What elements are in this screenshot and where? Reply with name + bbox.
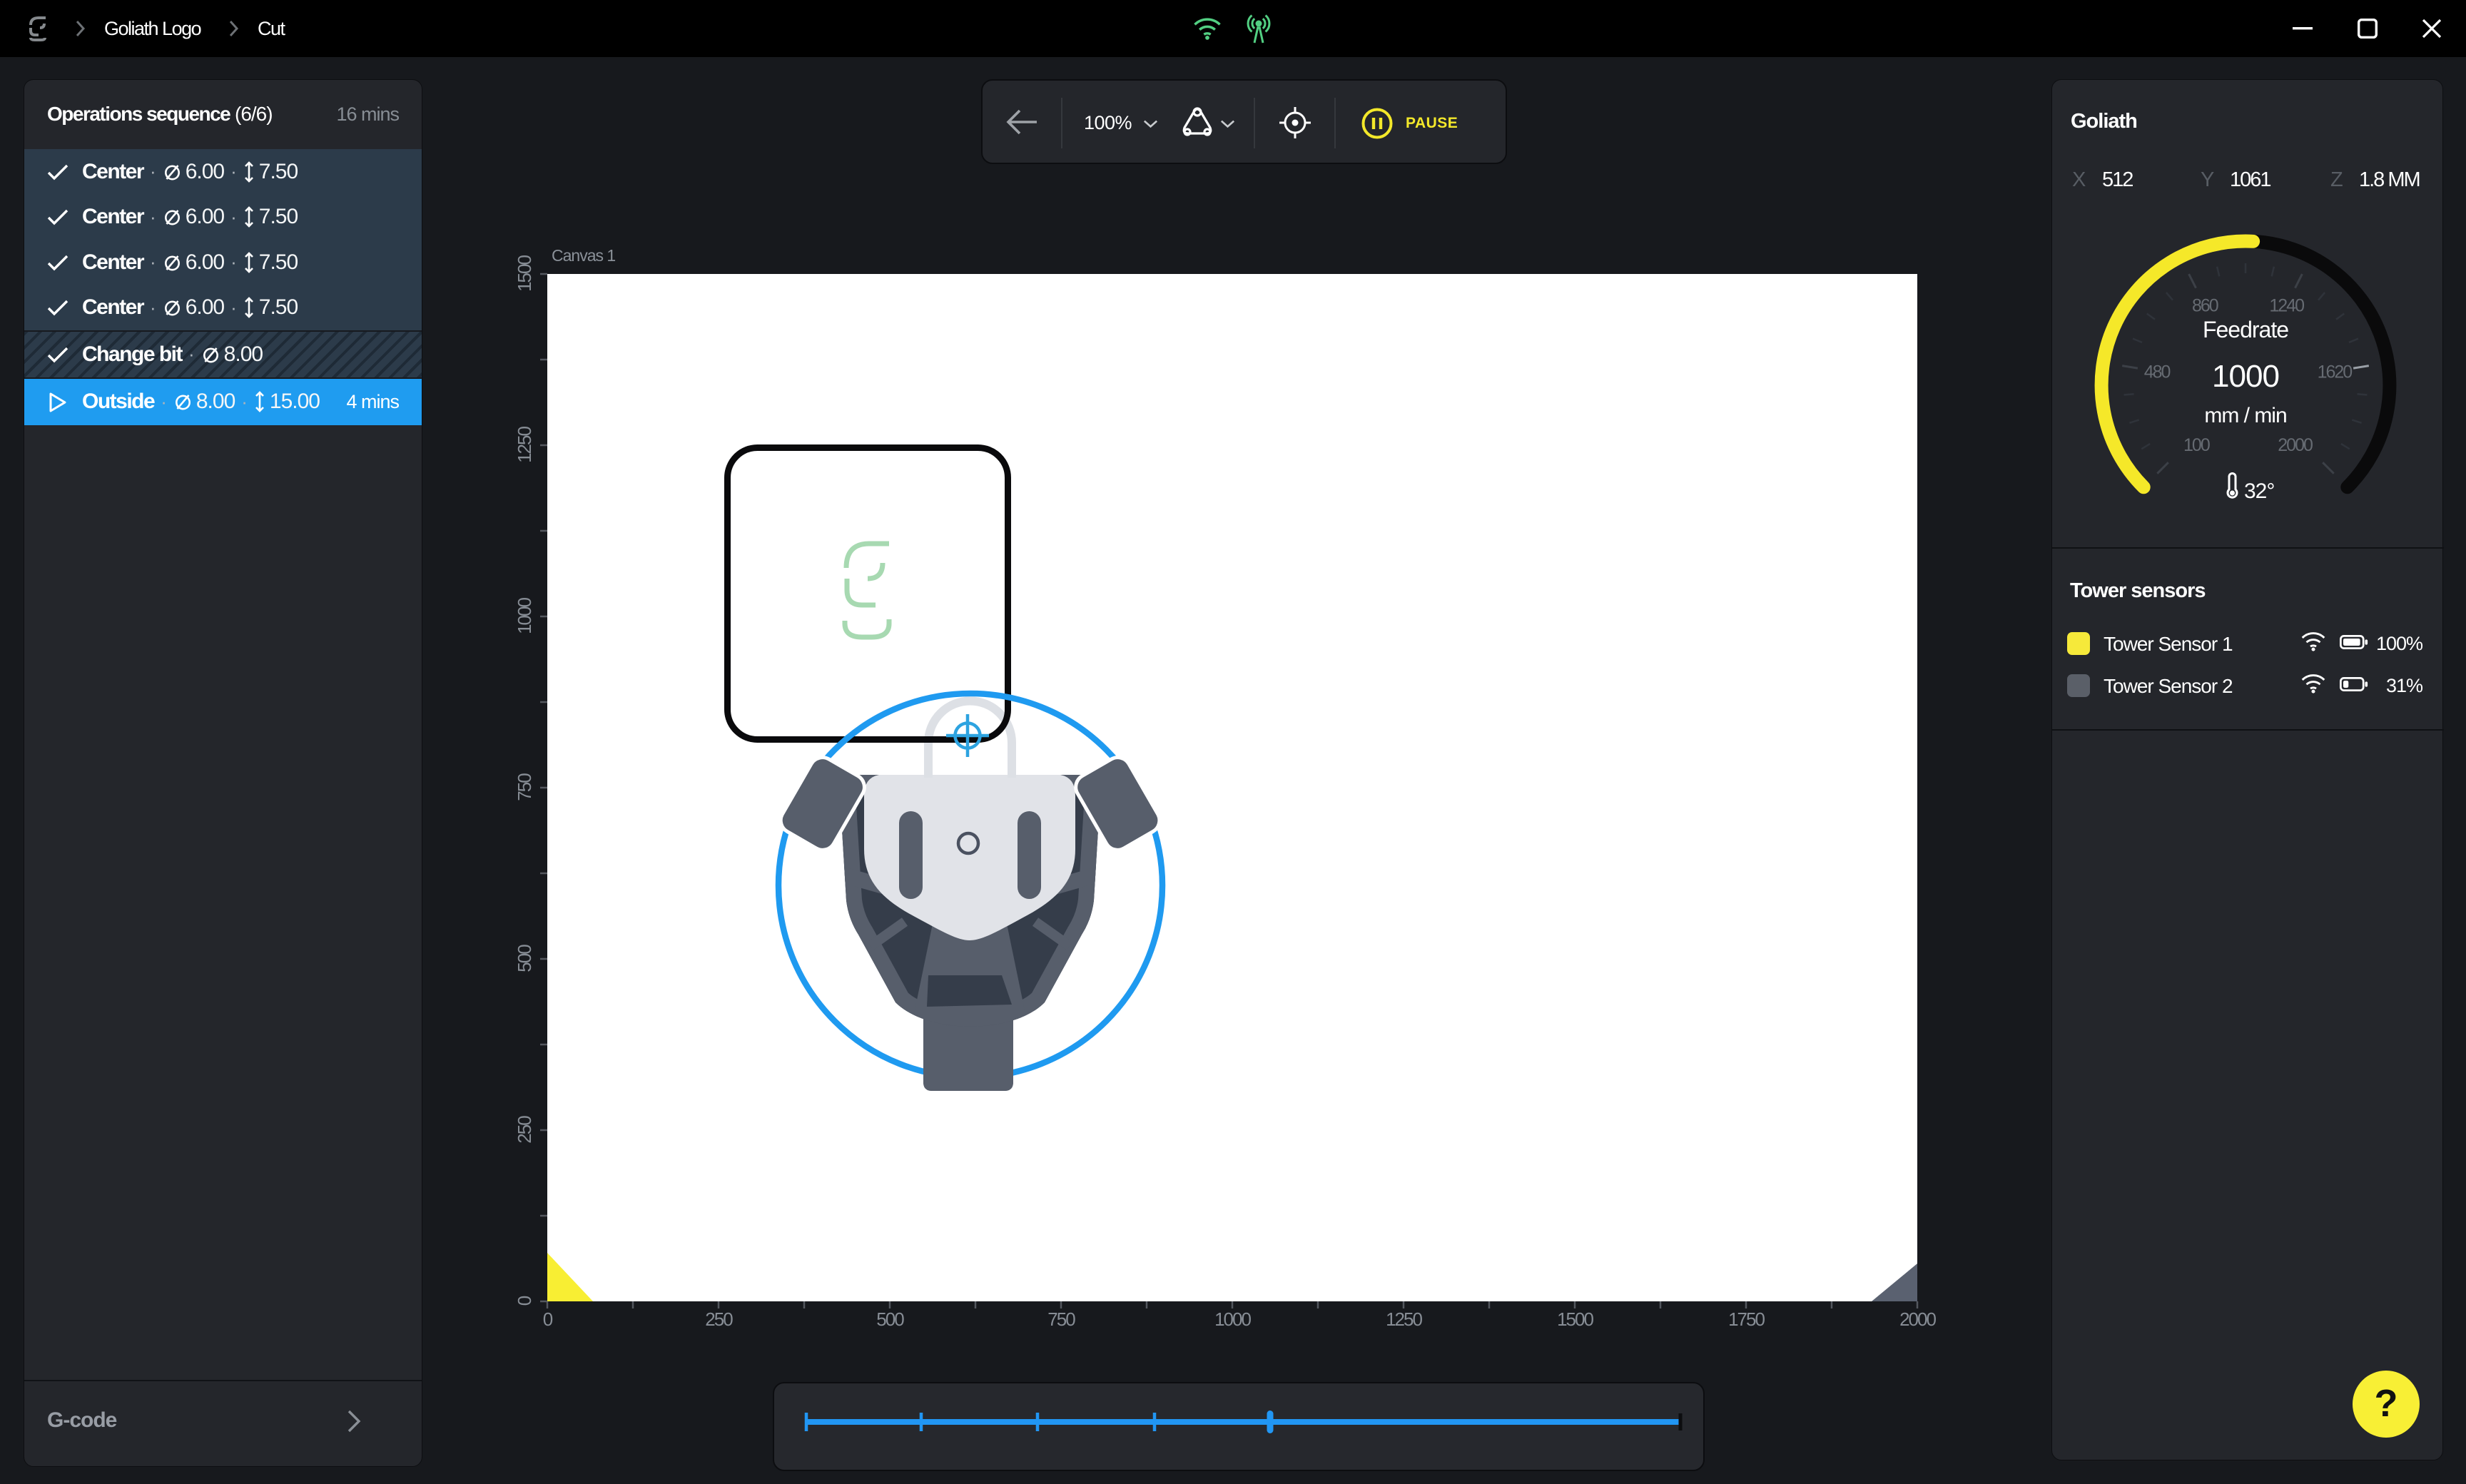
svg-text:250: 250 [705, 1308, 733, 1330]
svg-text:1000: 1000 [1214, 1308, 1251, 1330]
svg-text:1250: 1250 [1386, 1308, 1422, 1330]
svg-text:2000: 2000 [1899, 1308, 1936, 1330]
svg-text:32°: 32° [2244, 479, 2274, 503]
svg-text:500: 500 [876, 1308, 904, 1330]
svg-text:480: 480 [2144, 362, 2171, 382]
svg-text:1250: 1250 [514, 427, 535, 463]
svg-text:1620: 1620 [2318, 362, 2353, 382]
svg-text:Feedrate: Feedrate [2203, 317, 2288, 342]
svg-text:0: 0 [514, 1296, 535, 1306]
svg-text:860: 860 [2192, 296, 2218, 316]
svg-text:750: 750 [1047, 1308, 1075, 1330]
svg-text:0: 0 [543, 1308, 553, 1330]
svg-text:1500: 1500 [1557, 1308, 1593, 1330]
svg-text:250: 250 [514, 1116, 535, 1144]
svg-text:1000: 1000 [2212, 359, 2279, 394]
svg-text:1240: 1240 [2269, 296, 2304, 316]
svg-text:750: 750 [514, 773, 535, 801]
svg-text:Canvas 1: Canvas 1 [552, 246, 615, 265]
svg-text:2000: 2000 [2278, 435, 2313, 455]
svg-text:1000: 1000 [514, 598, 535, 634]
svg-text:1500: 1500 [514, 255, 535, 292]
svg-text:100: 100 [2183, 435, 2210, 455]
svg-text:1750: 1750 [1728, 1308, 1765, 1330]
svg-text:500: 500 [514, 945, 535, 972]
svg-text:mm / min: mm / min [2204, 404, 2286, 427]
